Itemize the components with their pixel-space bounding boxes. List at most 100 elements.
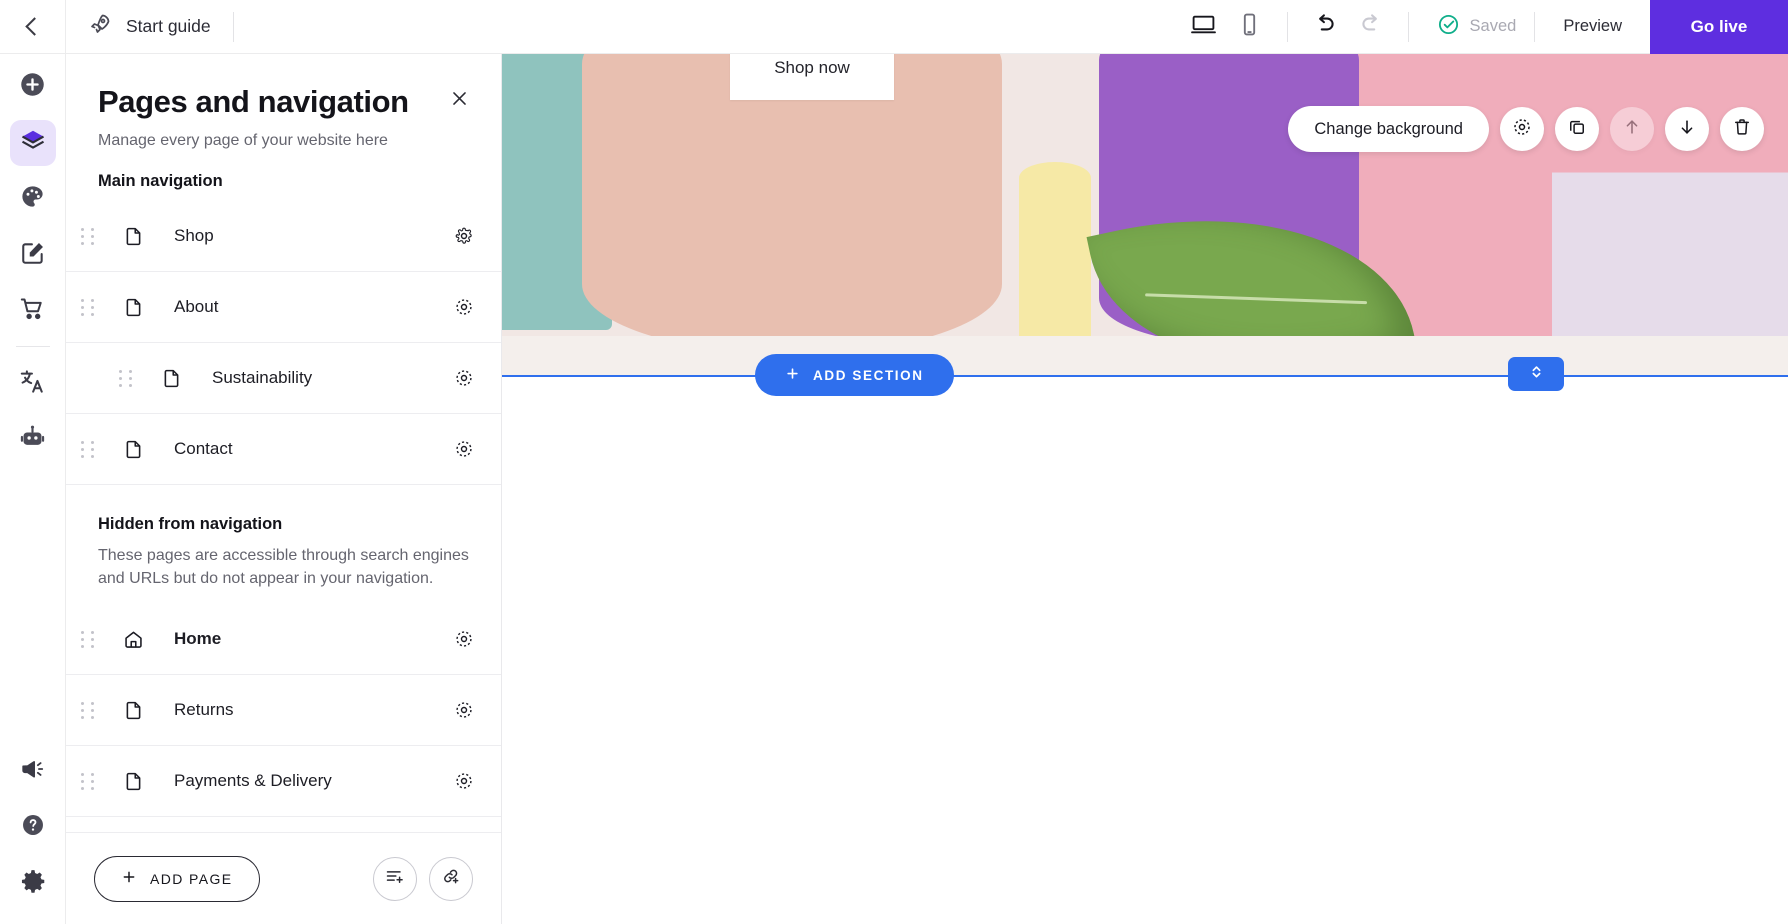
rail-item-design[interactable] xyxy=(10,176,56,222)
check-circle-icon xyxy=(1437,13,1460,41)
home-icon xyxy=(110,629,156,650)
desktop-view-button[interactable] xyxy=(1181,0,1227,54)
rail-item-pages[interactable] xyxy=(9,120,56,166)
section-settings-button[interactable] xyxy=(1500,107,1544,151)
drag-handle-icon[interactable] xyxy=(104,369,148,387)
rail-item-languages[interactable] xyxy=(10,361,56,407)
panel-subtitle: Manage every page of your website here xyxy=(98,132,388,149)
rail-divider xyxy=(15,346,50,347)
change-background-button[interactable]: Change background xyxy=(1288,106,1489,152)
hidden-navigation-description: These pages are accessible through searc… xyxy=(98,547,469,588)
hidden-navigation-heading: Hidden from navigation xyxy=(98,515,283,533)
preview-button[interactable]: Preview xyxy=(1535,17,1650,36)
page-row-payments-delivery[interactable]: Payments & Delivery xyxy=(66,746,501,818)
megaphone-icon xyxy=(20,756,46,787)
save-status: Saved xyxy=(1419,13,1535,41)
trash-icon xyxy=(1732,117,1752,142)
drag-handle-icon[interactable] xyxy=(66,701,110,719)
arrow-up-icon xyxy=(1622,117,1642,142)
drag-handle-icon[interactable] xyxy=(66,298,110,316)
start-guide-button[interactable]: Start guide xyxy=(66,0,233,53)
plus-icon xyxy=(785,366,800,384)
page-icon xyxy=(110,439,156,460)
page-settings-button[interactable] xyxy=(449,439,479,459)
drag-handle-icon[interactable] xyxy=(66,440,110,458)
page-icon xyxy=(110,226,156,247)
page-settings-button[interactable] xyxy=(449,297,479,317)
palette-icon xyxy=(19,183,46,215)
hero-section[interactable]: Shop now Change background xyxy=(502,54,1788,376)
shopping-cart-icon xyxy=(19,295,46,327)
page-settings-button[interactable] xyxy=(449,368,479,388)
rail-item-add[interactable] xyxy=(10,64,56,110)
page-label: Payments & Delivery xyxy=(174,771,332,791)
gear-icon xyxy=(1512,117,1532,142)
rail-item-settings[interactable] xyxy=(10,860,56,906)
divider xyxy=(1286,11,1288,42)
undo-icon xyxy=(1312,11,1338,42)
divider xyxy=(232,11,234,42)
move-section-down-button[interactable] xyxy=(1665,107,1709,151)
rail-item-ai-assistant[interactable] xyxy=(10,417,56,463)
page-icon xyxy=(110,771,156,792)
add-page-button[interactable]: ADD PAGE xyxy=(94,855,260,902)
main-navigation-heading: Main navigation xyxy=(98,172,223,190)
add-page-label: ADD PAGE xyxy=(150,870,233,887)
move-section-up-button[interactable] xyxy=(1610,107,1654,151)
panel-header: Pages and navigation Manage every page o… xyxy=(66,54,501,150)
add-section-button[interactable]: ADD SECTION xyxy=(755,354,954,396)
site-editor-app: Start guide Saved Preview Go live Pages … xyxy=(0,0,1788,924)
page-settings-button[interactable] xyxy=(449,771,479,791)
page-row-about[interactable]: About xyxy=(66,272,501,343)
page-settings-button[interactable] xyxy=(449,700,479,720)
close-panel-button[interactable] xyxy=(445,87,473,115)
robot-icon xyxy=(19,424,46,456)
drag-handle-icon[interactable] xyxy=(66,772,110,790)
add-link-button[interactable] xyxy=(429,856,473,901)
drag-handle-icon[interactable] xyxy=(66,630,110,648)
rail-item-help[interactable] xyxy=(10,804,56,850)
page-settings-button[interactable] xyxy=(449,629,479,649)
rail-item-announcements[interactable] xyxy=(10,748,56,794)
left-icon-rail xyxy=(0,54,66,924)
back-button[interactable] xyxy=(0,0,66,53)
leaf-vein xyxy=(1145,292,1367,304)
drag-handle-icon[interactable] xyxy=(66,227,110,245)
rail-item-blog[interactable] xyxy=(10,232,56,278)
page-settings-button[interactable] xyxy=(449,226,479,246)
undo-button[interactable] xyxy=(1302,0,1348,54)
page-title: Pages and navigation xyxy=(98,84,409,119)
mobile-view-button[interactable] xyxy=(1227,0,1273,54)
hero-shape-lavender-panel xyxy=(1552,54,1788,344)
pages-and-navigation-panel: Pages and navigation Manage every page o… xyxy=(66,54,502,924)
page-label: Shop xyxy=(174,226,214,245)
page-row-sustainability[interactable]: Sustainability xyxy=(66,343,501,414)
edit-square-icon xyxy=(20,240,46,271)
page-label: About xyxy=(174,297,219,316)
top-bar: Start guide Saved Preview Go live xyxy=(0,0,1788,54)
rail-item-store[interactable] xyxy=(10,288,56,334)
canvas-body-background xyxy=(502,376,1788,924)
hero-background-image xyxy=(502,54,1788,376)
shop-now-button[interactable]: Shop now xyxy=(730,54,894,100)
redo-button[interactable] xyxy=(1348,0,1394,54)
website-canvas: Shop now Change background ADD SECTION xyxy=(502,54,1788,924)
close-icon xyxy=(450,89,469,113)
delete-section-button[interactable] xyxy=(1720,107,1764,151)
add-menu-item-button[interactable] xyxy=(373,856,417,901)
page-row-returns[interactable]: Returns xyxy=(66,675,501,747)
section-resize-handle[interactable] xyxy=(1508,357,1564,391)
rail-bottom-group xyxy=(10,738,56,924)
go-live-button[interactable]: Go live xyxy=(1650,0,1788,54)
panel-footer-actions xyxy=(373,856,473,901)
question-circle-icon xyxy=(20,812,46,843)
plus-icon xyxy=(121,869,137,888)
page-row-shop[interactable]: Shop xyxy=(66,201,501,272)
panel-footer: ADD PAGE xyxy=(66,832,501,924)
page-label: Contact xyxy=(174,439,233,458)
page-row-contact[interactable]: Contact xyxy=(66,414,501,485)
duplicate-section-button[interactable] xyxy=(1555,107,1599,151)
page-row-home[interactable]: Home xyxy=(66,604,501,676)
mobile-icon xyxy=(1237,12,1262,42)
